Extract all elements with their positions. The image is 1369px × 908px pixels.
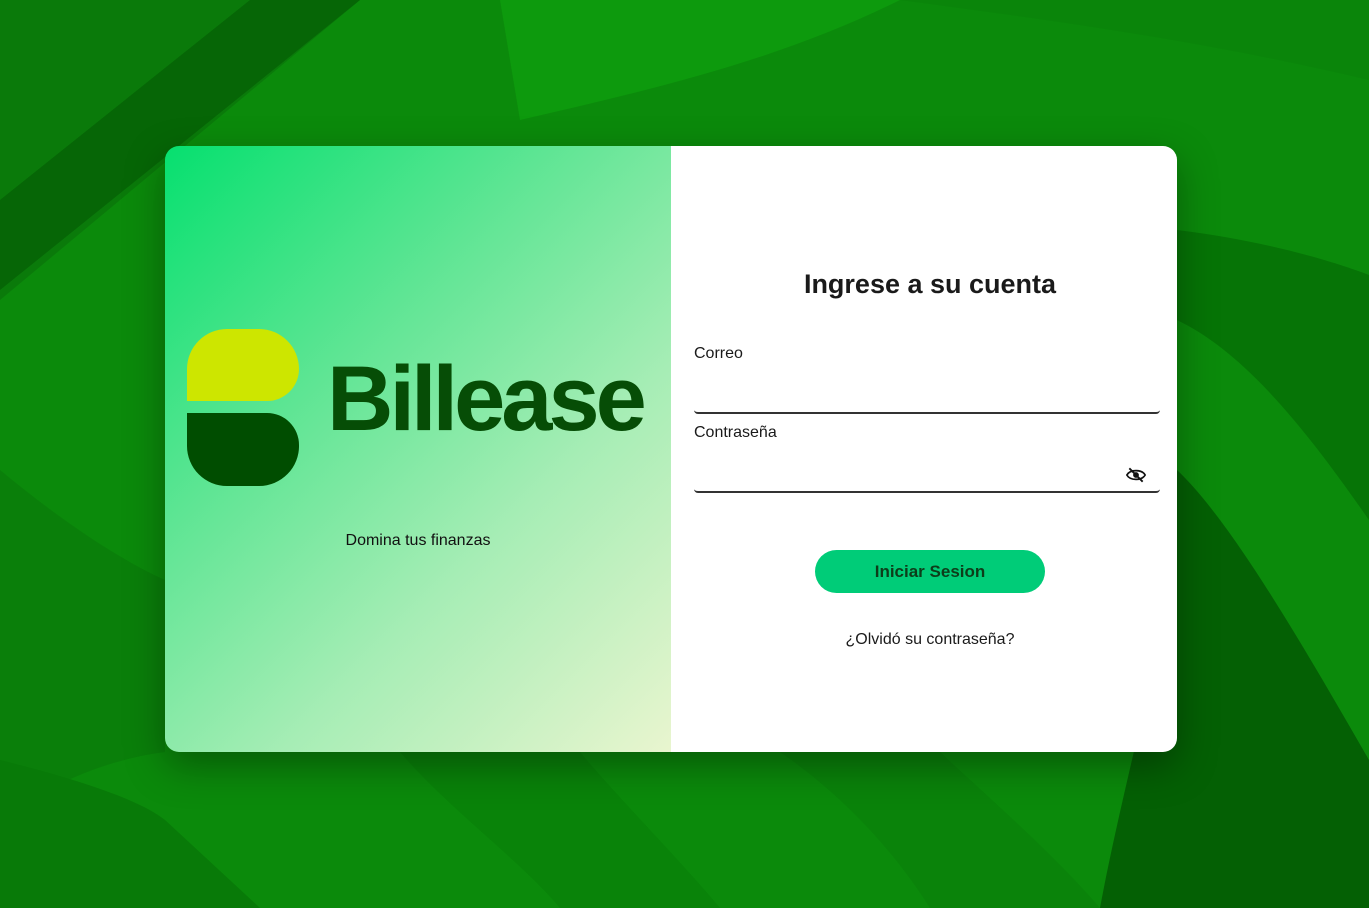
email-input[interactable] bbox=[694, 376, 1128, 412]
forgot-password-link[interactable]: ¿Olvidó su contraseña? bbox=[671, 631, 1177, 649]
email-field-wrapper bbox=[694, 376, 1160, 414]
login-form-panel: Ingrese a su cuenta Correo Contraseña In… bbox=[671, 146, 1177, 752]
password-input[interactable] bbox=[694, 455, 1128, 491]
email-label: Correo bbox=[694, 345, 743, 362]
password-field-wrapper bbox=[694, 455, 1160, 493]
brand-wordmark: Billease bbox=[327, 348, 647, 450]
login-button[interactable]: Iniciar Sesion bbox=[815, 550, 1045, 593]
brand-tagline: Domina tus finanzas bbox=[345, 532, 491, 549]
password-label: Contraseña bbox=[694, 424, 777, 441]
billease-logo-icon bbox=[187, 329, 299, 486]
login-title: Ingrese a su cuenta bbox=[803, 269, 1057, 299]
login-card: Billease Domina tus finanzas Ingrese a s… bbox=[165, 146, 1177, 752]
eye-slash-icon[interactable] bbox=[1126, 467, 1146, 483]
brand-panel: Billease Domina tus finanzas bbox=[165, 146, 671, 752]
